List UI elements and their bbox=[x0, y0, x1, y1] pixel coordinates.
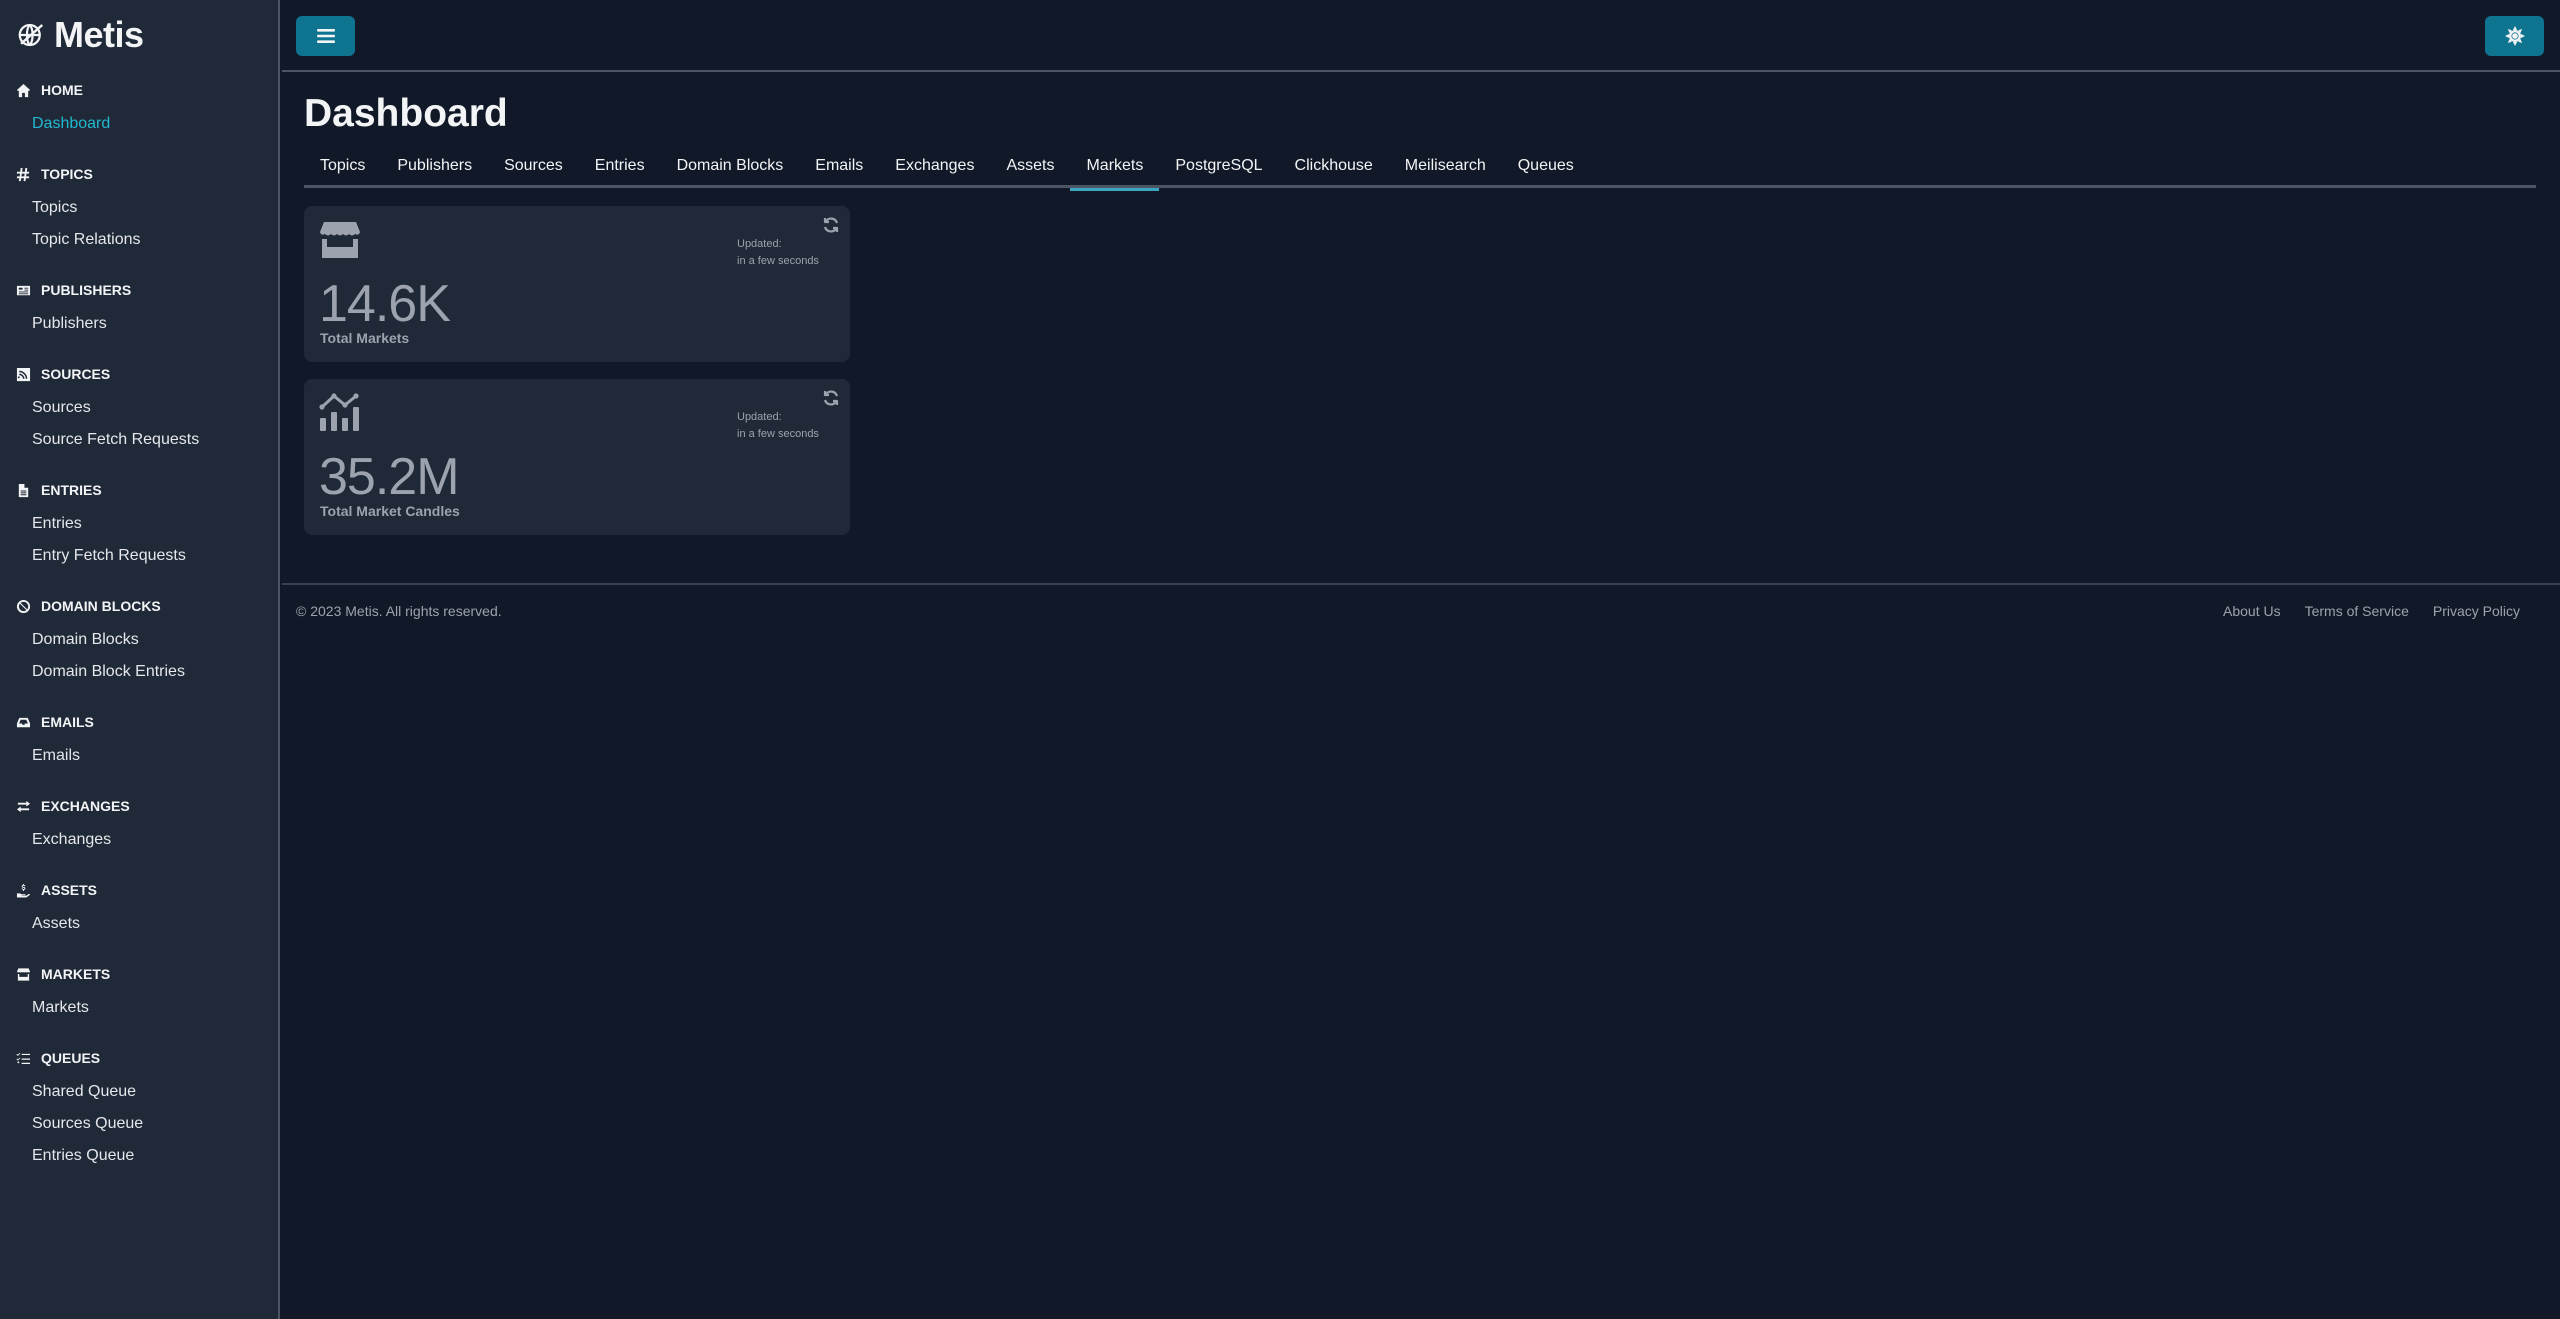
sidebar-item-entries-queue[interactable]: Entries Queue bbox=[0, 1140, 278, 1172]
footer-links: About Us Terms of Service Privacy Policy bbox=[2223, 603, 2520, 619]
nav-heading-assets: ASSETS bbox=[0, 878, 278, 902]
refresh-icon[interactable] bbox=[822, 389, 840, 407]
sidebar-item-sources-queue[interactable]: Sources Queue bbox=[0, 1108, 278, 1140]
tab-markets[interactable]: Markets bbox=[1070, 150, 1160, 191]
footer: © 2023 Metis. All rights reserved. About… bbox=[282, 583, 2560, 643]
sidebar-item-sources[interactable]: Sources bbox=[0, 392, 278, 424]
tab-clickhouse[interactable]: Clickhouse bbox=[1279, 150, 1389, 188]
sidebar-item-emails[interactable]: Emails bbox=[0, 740, 278, 772]
nav-heading-markets: MARKETS bbox=[0, 962, 278, 986]
stat-value: 35.2M bbox=[319, 448, 460, 506]
nav-heading-emails: EMAILS bbox=[0, 710, 278, 734]
hand-dollar-icon bbox=[16, 883, 31, 898]
theme-toggle-button[interactable] bbox=[2485, 16, 2544, 56]
nav-heading-sources: SOURCES bbox=[0, 362, 278, 386]
stat-label: Total Market Candles bbox=[320, 503, 460, 519]
tab-emails[interactable]: Emails bbox=[799, 150, 879, 188]
nav-section-sources: SOURCES Sources Source Fetch Requests bbox=[0, 362, 278, 456]
nav-heading-domain-blocks: DOMAIN BLOCKS bbox=[0, 594, 278, 618]
nav-section-markets: MARKETS Markets bbox=[0, 962, 278, 1024]
nav-section-publishers: PUBLISHERS Publishers bbox=[0, 278, 278, 340]
tab-exchanges[interactable]: Exchanges bbox=[879, 150, 990, 188]
updated-status: Updated: in a few seconds bbox=[737, 411, 819, 440]
sidebar-item-exchanges[interactable]: Exchanges bbox=[0, 824, 278, 856]
footer-link-privacy-policy[interactable]: Privacy Policy bbox=[2433, 603, 2520, 619]
page-title: Dashboard bbox=[304, 92, 508, 135]
nav-heading-publishers: PUBLISHERS bbox=[0, 278, 278, 302]
stat-card-total-markets: Updated: in a few seconds 14.6K Total Ma… bbox=[304, 206, 850, 362]
globe-icon bbox=[18, 23, 44, 47]
nav-section-home: HOME Dashboard bbox=[0, 78, 278, 140]
topbar bbox=[282, 0, 2560, 72]
nav-section-exchanges: EXCHANGES Exchanges bbox=[0, 794, 278, 856]
brand-logo[interactable]: Metis bbox=[16, 14, 144, 56]
sidebar-item-dashboard[interactable]: Dashboard bbox=[0, 108, 278, 140]
sidebar-item-domain-block-entries[interactable]: Domain Block Entries bbox=[0, 656, 278, 688]
stat-label: Total Markets bbox=[320, 330, 410, 346]
hamburger-icon bbox=[316, 29, 335, 43]
nav-section-emails: EMAILS Emails bbox=[0, 710, 278, 772]
tab-entries[interactable]: Entries bbox=[579, 150, 661, 188]
tab-topics[interactable]: Topics bbox=[304, 150, 381, 188]
tab-assets[interactable]: Assets bbox=[990, 150, 1070, 188]
stat-card-total-market-candles: Updated: in a few seconds 35.2M Total Ma… bbox=[304, 379, 850, 535]
nav-heading-queues: QUEUES bbox=[0, 1046, 278, 1070]
exchange-icon bbox=[16, 800, 31, 812]
sidebar-item-domain-blocks[interactable]: Domain Blocks bbox=[0, 624, 278, 656]
updated-status: Updated: in a few seconds bbox=[737, 238, 819, 267]
tab-meilisearch[interactable]: Meilisearch bbox=[1389, 150, 1502, 188]
sidebar-item-assets[interactable]: Assets bbox=[0, 908, 278, 940]
store-icon bbox=[16, 967, 31, 981]
nav-heading-exchanges: EXCHANGES bbox=[0, 794, 278, 818]
sidebar: Metis HOME Dashboard TOPICS Topics Topic… bbox=[0, 0, 280, 1319]
hashtag-icon bbox=[16, 167, 30, 181]
tab-domain-blocks[interactable]: Domain Blocks bbox=[661, 150, 800, 188]
ban-icon bbox=[16, 599, 31, 613]
sun-icon bbox=[2504, 26, 2525, 46]
sidebar-item-publishers[interactable]: Publishers bbox=[0, 308, 278, 340]
stat-value: 14.6K bbox=[319, 275, 451, 333]
nav-section-topics: TOPICS Topics Topic Relations bbox=[0, 162, 278, 256]
nav-heading-entries: ENTRIES bbox=[0, 478, 278, 502]
nav-section-entries: ENTRIES Entries Entry Fetch Requests bbox=[0, 478, 278, 572]
chart-mixed-icon bbox=[319, 393, 359, 431]
tab-publishers[interactable]: Publishers bbox=[381, 150, 488, 188]
copyright-text: © 2023 Metis. All rights reserved. bbox=[296, 603, 502, 619]
dashboard-tabs: Topics Publishers Sources Entries Domain… bbox=[304, 150, 2536, 191]
nav-section-assets: ASSETS Assets bbox=[0, 878, 278, 940]
brand-name: Metis bbox=[54, 14, 144, 55]
sidebar-item-source-fetch-requests[interactable]: Source Fetch Requests bbox=[0, 424, 278, 456]
tab-sources[interactable]: Sources bbox=[488, 150, 579, 188]
inbox-icon bbox=[16, 717, 31, 727]
sidebar-item-shared-queue[interactable]: Shared Queue bbox=[0, 1076, 278, 1108]
sidebar-item-topics[interactable]: Topics bbox=[0, 192, 278, 224]
sidebar-item-topic-relations[interactable]: Topic Relations bbox=[0, 224, 278, 256]
footer-link-about-us[interactable]: About Us bbox=[2223, 603, 2281, 619]
nav-heading-home: HOME bbox=[0, 78, 278, 102]
list-check-icon bbox=[16, 1052, 31, 1064]
store-icon bbox=[320, 222, 360, 258]
tab-postgresql[interactable]: PostgreSQL bbox=[1159, 150, 1278, 188]
sidebar-item-entry-fetch-requests[interactable]: Entry Fetch Requests bbox=[0, 540, 278, 572]
home-icon bbox=[16, 83, 31, 97]
nav-heading-topics: TOPICS bbox=[0, 162, 278, 186]
sidebar-item-entries[interactable]: Entries bbox=[0, 508, 278, 540]
tab-queues[interactable]: Queues bbox=[1502, 150, 1590, 188]
footer-link-terms-of-service[interactable]: Terms of Service bbox=[2305, 603, 2409, 619]
nav-section-domain-blocks: DOMAIN BLOCKS Domain Blocks Domain Block… bbox=[0, 594, 278, 688]
nav-section-queues: QUEUES Shared Queue Sources Queue Entrie… bbox=[0, 1046, 278, 1172]
sidebar-item-markets[interactable]: Markets bbox=[0, 992, 278, 1024]
newspaper-icon bbox=[16, 285, 31, 295]
rss-icon bbox=[16, 367, 31, 381]
menu-toggle-button[interactable] bbox=[296, 16, 355, 56]
refresh-icon[interactable] bbox=[822, 216, 840, 234]
file-icon bbox=[18, 483, 29, 497]
